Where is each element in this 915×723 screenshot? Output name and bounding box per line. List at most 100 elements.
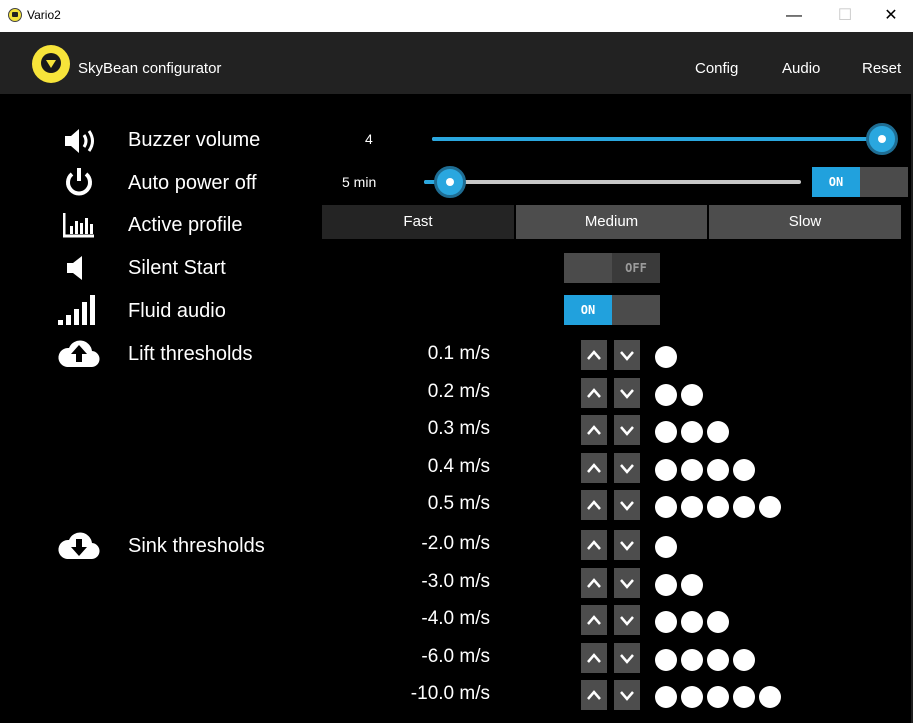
sink-threshold-value: -6.0 m/s [421,646,490,667]
speaker-volume-icon [65,129,94,153]
indicator-dot [681,574,703,596]
sink-threshold-decrease-button[interactable] [614,530,640,560]
toggle-thumb [612,295,660,325]
app-icon [8,8,22,22]
auto-power-off-track[interactable] [424,180,801,184]
auto-power-off-value: 5 min [342,174,377,190]
toggle-on-label: ON [564,295,612,325]
sink-threshold-increase-button[interactable] [581,605,607,635]
chevron-up-icon [587,540,601,550]
close-button[interactable]: ✕ [868,0,914,32]
lift-threshold-value: 0.2 m/s [427,381,490,402]
app-toolbar: SkyBean configurator Config Audio Reset [0,32,913,94]
reset-button[interactable]: Reset [862,60,901,77]
bar-chart-icon [63,213,94,238]
buzzer-volume-fill [432,137,882,141]
lift-threshold-increase-button[interactable] [581,453,607,483]
auto-power-off-toggle[interactable]: ON [812,167,908,197]
chevron-up-icon [587,578,601,588]
sink-threshold-decrease-button[interactable] [614,680,640,710]
chevron-up-icon [587,388,601,398]
maximize-button[interactable]: ☐ [822,0,868,32]
indicator-dot [655,459,677,481]
toggle-on-label: ON [812,167,860,197]
active-profile-label: Active profile [128,214,243,236]
chevron-down-icon [620,389,634,399]
indicator-dot [681,459,703,481]
toggle-thumb [860,167,908,197]
lift-threshold-increase-button[interactable] [581,415,607,445]
chevron-down-icon [620,501,634,511]
lift-threshold-value: 0.1 m/s [427,343,490,364]
chevron-down-icon [620,579,634,589]
indicator-dot [707,649,729,671]
sink-thresholds-label: Sink thresholds [128,535,265,557]
fluid-audio-label: Fluid audio [128,300,226,322]
indicator-dot [707,611,729,633]
minimize-button[interactable]: — [771,0,817,32]
sink-threshold-decrease-button[interactable] [614,605,640,635]
lift-threshold-decrease-button[interactable] [614,340,640,370]
lift-threshold-decrease-button[interactable] [614,415,640,445]
app-title: SkyBean configurator [78,60,222,77]
lift-threshold-value: 0.3 m/s [427,418,490,439]
chevron-up-icon [587,500,601,510]
profile-fast-button[interactable]: Fast [322,205,514,239]
indicator-dot [759,496,781,518]
profile-medium-button[interactable]: Medium [516,205,707,239]
lift-threshold-decrease-button[interactable] [614,453,640,483]
sink-threshold-increase-button[interactable] [581,643,607,673]
buzzer-volume-slider-handle[interactable] [866,123,898,155]
toggle-thumb [564,253,612,283]
indicator-dot [655,421,677,443]
indicator-dot [707,496,729,518]
chevron-down-icon [620,691,634,701]
skybean-logo-icon [32,45,70,83]
sink-threshold-decrease-button[interactable] [614,643,640,673]
fluid-audio-toggle[interactable]: ON [564,295,660,325]
audio-button[interactable]: Audio [782,60,820,77]
indicator-dot [655,686,677,708]
sink-threshold-value: -3.0 m/s [421,571,490,592]
auto-power-off-slider-handle[interactable] [434,166,466,198]
indicator-dot [759,686,781,708]
indicator-dot [681,421,703,443]
indicator-dot [655,611,677,633]
auto-power-off-label: Auto power off [128,172,257,194]
indicator-dot [681,686,703,708]
lift-threshold-value: 0.5 m/s [427,493,490,514]
lift-threshold-decrease-button[interactable] [614,490,640,520]
indicator-dot [655,649,677,671]
lift-threshold-increase-button[interactable] [581,490,607,520]
signal-bars-icon [58,295,95,325]
profile-slow-button[interactable]: Slow [709,205,901,239]
chevron-down-icon [620,464,634,474]
indicator-dot [655,346,677,368]
indicator-dot [733,496,755,518]
sink-threshold-increase-button[interactable] [581,530,607,560]
cloud-upload-icon [58,340,100,368]
config-button[interactable]: Config [695,60,738,77]
window-title: Vario2 [27,8,61,22]
chevron-up-icon [587,615,601,625]
indicator-dot [655,496,677,518]
indicator-dot [733,686,755,708]
chevron-down-icon [620,654,634,664]
lift-threshold-increase-button[interactable] [581,378,607,408]
indicator-dot [681,611,703,633]
chevron-up-icon [587,690,601,700]
lift-threshold-increase-button[interactable] [581,340,607,370]
buzzer-volume-label: Buzzer volume [128,129,261,151]
indicator-dot [655,384,677,406]
lift-threshold-decrease-button[interactable] [614,378,640,408]
lift-threshold-value: 0.4 m/s [427,456,490,477]
chevron-up-icon [587,653,601,663]
sink-threshold-increase-button[interactable] [581,568,607,598]
indicator-dot [707,686,729,708]
silent-start-toggle[interactable]: OFF [564,253,660,283]
sink-threshold-decrease-button[interactable] [614,568,640,598]
window-titlebar: Vario2 — ☐ ✕ [0,0,913,32]
sink-threshold-value: -2.0 m/s [421,533,490,554]
sink-threshold-increase-button[interactable] [581,680,607,710]
indicator-dot [733,649,755,671]
